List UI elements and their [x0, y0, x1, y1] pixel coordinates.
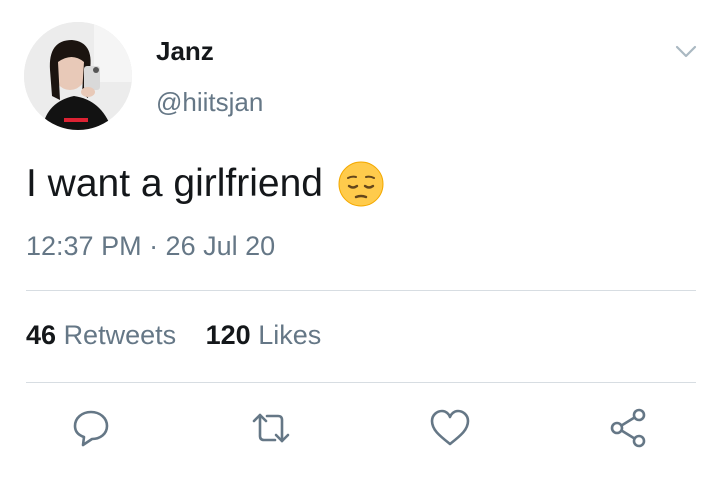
share-icon: [610, 408, 646, 448]
shirt-print: [64, 118, 88, 122]
user-handle[interactable]: @hiitsjan: [156, 87, 263, 118]
avatar[interactable]: [24, 22, 132, 130]
heart-icon: [430, 409, 470, 446]
like-button[interactable]: [428, 406, 472, 450]
chevron-down-icon[interactable]: [672, 40, 700, 62]
likes-stat[interactable]: 120 Likes: [206, 320, 322, 351]
retweets-count: 46: [26, 320, 57, 350]
retweets-stat[interactable]: 46 Retweets: [26, 320, 176, 351]
likes-count: 120: [205, 320, 251, 350]
retweet-icon: [252, 413, 290, 443]
divider: [26, 382, 696, 383]
divider: [26, 290, 696, 291]
avatar-photo: [24, 22, 132, 130]
pensive-face-emoji-icon: [337, 160, 385, 208]
reply-bubble-icon: [73, 410, 109, 447]
reply-button[interactable]: [69, 406, 113, 450]
likes-label: Likes: [258, 320, 322, 350]
tweet-body: I want a girlfriend: [26, 162, 323, 205]
tweet-text: I want a girlfriend: [26, 160, 385, 208]
display-name[interactable]: Janz: [156, 36, 214, 67]
retweets-label: Retweets: [63, 320, 177, 350]
retweet-button[interactable]: [249, 406, 293, 450]
tweet-timestamp[interactable]: 12:37 PM · 26 Jul 20: [26, 231, 275, 262]
engagement-stats: 46 Retweets 120 Likes: [26, 320, 343, 351]
share-button[interactable]: [607, 406, 651, 450]
action-bar: [0, 406, 720, 454]
